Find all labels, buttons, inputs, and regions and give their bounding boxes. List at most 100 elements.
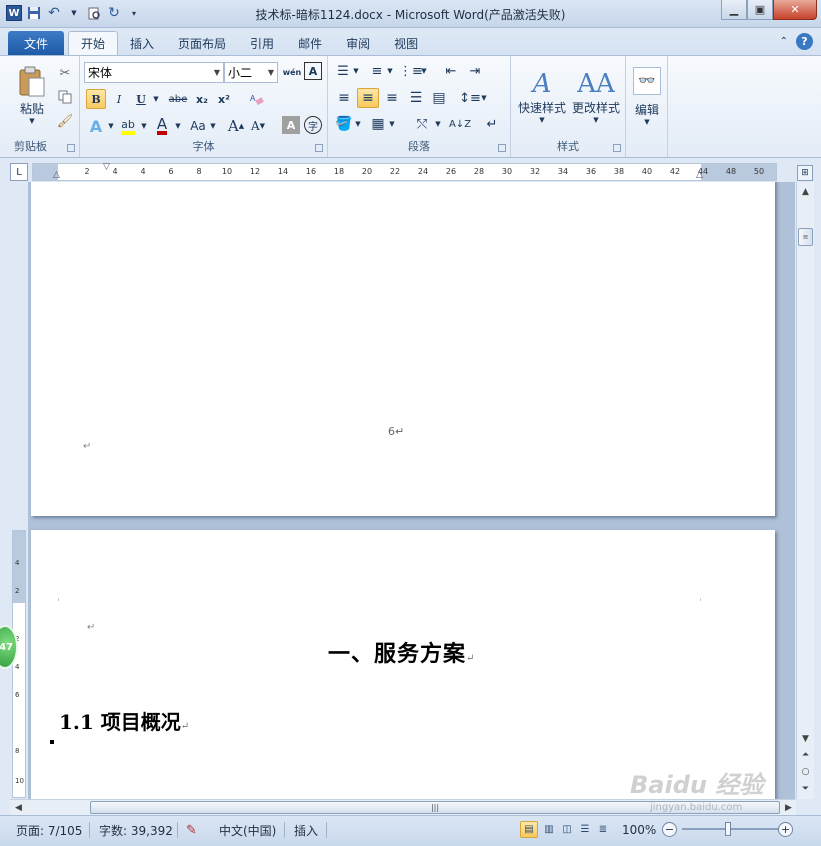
- sort-icon[interactable]: A↓Z: [449, 114, 471, 134]
- char-border-button[interactable]: A: [304, 62, 322, 80]
- tab-references[interactable]: 引用: [238, 31, 286, 55]
- outline-view-icon[interactable]: ☰: [576, 821, 594, 838]
- chevron-down-icon[interactable]: ▼: [434, 114, 442, 134]
- format-painter-icon[interactable]: 🖌: [56, 112, 74, 130]
- heading-1[interactable]: 一、服务方案↵: [328, 636, 475, 668]
- help-icon[interactable]: ?: [796, 33, 813, 50]
- proofing-icon[interactable]: ✎: [186, 821, 197, 839]
- vertical-scrollbar[interactable]: ▲ ≡ ▼ ⏶ ○ ⏷: [796, 182, 814, 799]
- align-center-icon[interactable]: ≡: [357, 88, 379, 108]
- dialog-launcher-icon[interactable]: [67, 144, 75, 152]
- shrink-font-button[interactable]: A ▼: [248, 116, 268, 136]
- font-name-combo[interactable]: 宋体 ▼: [84, 62, 224, 83]
- numbering-icon[interactable]: ≡: [368, 62, 386, 80]
- justify-icon[interactable]: ☰: [406, 88, 426, 108]
- zoom-in-icon[interactable]: +: [778, 822, 793, 837]
- dialog-launcher-icon[interactable]: [613, 144, 621, 152]
- change-case-button[interactable]: Aa: [186, 116, 210, 136]
- zoom-slider-knob[interactable]: [725, 822, 731, 836]
- subscript-button[interactable]: x₂: [192, 89, 212, 109]
- shading-icon[interactable]: 🪣: [334, 114, 354, 134]
- bold-button[interactable]: B: [86, 89, 106, 109]
- page-current[interactable]: ˈ ˈ ↵ 一、服务方案↵ 1.1 项目概况↵: [31, 530, 775, 799]
- print-layout-icon[interactable]: ▤: [520, 821, 538, 838]
- enclose-characters-button[interactable]: 字: [304, 116, 322, 134]
- paste-button[interactable]: 粘贴 ▼: [10, 60, 54, 130]
- tab-selector-button[interactable]: L: [10, 163, 28, 181]
- web-layout-icon[interactable]: ◫: [558, 821, 576, 838]
- chevron-down-icon[interactable]: ▼: [173, 116, 183, 136]
- borders-icon[interactable]: ▦: [368, 114, 388, 134]
- tab-file[interactable]: 文件: [8, 31, 64, 55]
- tab-page-layout[interactable]: 页面布局: [166, 31, 238, 55]
- first-line-indent-marker[interactable]: ▽: [103, 162, 110, 172]
- tab-review[interactable]: 审阅: [334, 31, 382, 55]
- font-size-combo[interactable]: 小二 ▼: [224, 62, 278, 83]
- scroll-down-icon[interactable]: ▼: [797, 732, 814, 746]
- minimize-ribbon-icon[interactable]: ⌃: [780, 36, 788, 47]
- italic-button[interactable]: I: [110, 89, 128, 109]
- scrollbar-thumb[interactable]: ≡: [798, 228, 813, 246]
- bullets-icon[interactable]: ☰: [334, 62, 352, 80]
- document-area[interactable]: 6↵ ↵ ˈ ˈ ↵ 一、服务方案↵ 1.1 项目概况↵: [28, 182, 795, 799]
- language-status[interactable]: 中文(中国): [219, 821, 276, 839]
- editing-button[interactable]: 👓 编辑 ▼: [630, 60, 664, 132]
- page-previous[interactable]: 6↵ ↵: [31, 182, 775, 516]
- right-indent-marker[interactable]: △: [696, 170, 703, 180]
- tab-mailings[interactable]: 邮件: [286, 31, 334, 55]
- superscript-button[interactable]: x²: [214, 89, 234, 109]
- zoom-out-icon[interactable]: −: [662, 822, 677, 837]
- chevron-down-icon[interactable]: ▼: [209, 116, 217, 136]
- heading-2[interactable]: 1.1 项目概况↵: [59, 706, 189, 735]
- phonetic-guide-button[interactable]: wén: [282, 62, 302, 82]
- strikethrough-button[interactable]: abe: [166, 89, 190, 109]
- chevron-down-icon[interactable]: ▼: [388, 114, 396, 134]
- close-button[interactable]: ✕: [773, 0, 817, 20]
- draft-view-icon[interactable]: ≣: [594, 821, 612, 838]
- show-hide-marks-icon[interactable]: ↵: [482, 114, 502, 134]
- copy-icon[interactable]: [56, 88, 74, 106]
- chevron-down-icon[interactable]: ▼: [352, 62, 360, 80]
- dialog-launcher-icon[interactable]: [315, 144, 323, 152]
- highlight-icon[interactable]: ab: [118, 116, 138, 136]
- zoom-level[interactable]: 100%: [622, 821, 656, 839]
- left-indent-marker[interactable]: △: [53, 170, 60, 180]
- text-effects-icon[interactable]: A: [86, 116, 106, 136]
- scroll-left-icon[interactable]: ◀: [10, 801, 27, 815]
- insert-mode-status[interactable]: 插入: [294, 821, 318, 839]
- tab-insert[interactable]: 插入: [118, 31, 166, 55]
- tab-home[interactable]: 开始: [68, 31, 119, 55]
- chinese-layout-icon[interactable]: ⤲: [410, 114, 434, 134]
- view-ruler-icon[interactable]: ⊞: [797, 165, 813, 181]
- underline-button[interactable]: U: [132, 89, 150, 109]
- chevron-down-icon[interactable]: ▼: [386, 62, 394, 80]
- distributed-icon[interactable]: ▤: [429, 88, 449, 108]
- decrease-indent-icon[interactable]: ⇤: [442, 62, 460, 80]
- scroll-right-icon[interactable]: ▶: [780, 801, 797, 815]
- vertical-ruler[interactable]: 4 2 2 4 6 8 10: [12, 530, 26, 798]
- line-spacing-icon[interactable]: ↕≡: [459, 88, 481, 108]
- increase-indent-icon[interactable]: ⇥: [466, 62, 484, 80]
- align-right-icon[interactable]: ≡: [382, 88, 402, 108]
- multilevel-list-icon[interactable]: ⋮≡: [399, 62, 423, 80]
- font-color-icon[interactable]: A: [152, 116, 172, 136]
- word-count-status[interactable]: 字数: 39,392: [99, 821, 173, 839]
- select-browse-object-icon[interactable]: ○: [797, 765, 814, 779]
- minimize-button[interactable]: ▁: [721, 0, 747, 20]
- chevron-down-icon[interactable]: ▼: [106, 116, 116, 136]
- full-screen-reading-icon[interactable]: ▥: [540, 821, 558, 838]
- dialog-launcher-icon[interactable]: [498, 144, 506, 152]
- chevron-down-icon[interactable]: ▼: [420, 62, 428, 80]
- chevron-down-icon[interactable]: ▼: [139, 116, 149, 136]
- horizontal-ruler[interactable]: 2 4 4 6 8 10 12 14 16 18 20 22 24 26 28 …: [32, 162, 777, 181]
- chevron-down-icon[interactable]: ▼: [354, 114, 362, 134]
- change-styles-button[interactable]: AA 更改样式 ▼: [569, 60, 623, 132]
- previous-page-icon[interactable]: ⏶: [797, 748, 814, 762]
- char-shading-button[interactable]: A: [282, 116, 300, 134]
- clear-formatting-icon[interactable]: A: [246, 89, 268, 109]
- quick-styles-button[interactable]: A 快速样式 ▼: [515, 60, 569, 132]
- scroll-up-icon[interactable]: ▲: [797, 185, 814, 199]
- next-page-icon[interactable]: ⏷: [797, 782, 814, 796]
- align-left-icon[interactable]: ≡: [334, 88, 354, 108]
- chevron-down-icon[interactable]: ▼: [480, 88, 488, 108]
